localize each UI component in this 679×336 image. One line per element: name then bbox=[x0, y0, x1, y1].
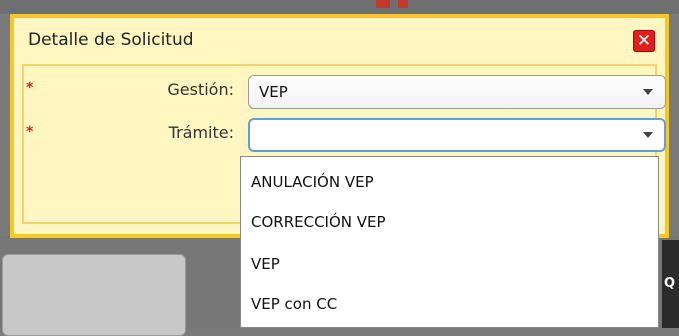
dialog-titlebar: Detalle de Solicitud ✕ bbox=[14, 18, 665, 64]
background-text: Q bbox=[664, 276, 676, 291]
background-top-strip bbox=[0, 0, 679, 14]
gestion-select-value: VEP bbox=[259, 83, 288, 101]
background-panel bbox=[2, 254, 186, 336]
required-marker: * bbox=[26, 80, 34, 96]
dropdown-option-correccion-vep[interactable]: CORRECCIÓN VEP bbox=[251, 213, 386, 231]
close-icon: ✕ bbox=[636, 31, 652, 51]
gestion-label: Gestión: bbox=[167, 80, 234, 99]
dropdown-option-vep[interactable]: VEP bbox=[251, 255, 280, 273]
dropdown-option-vep-con-cc[interactable]: VEP con CC bbox=[251, 295, 337, 313]
dialog-title: Detalle de Solicitud bbox=[28, 30, 194, 50]
chevron-down-icon[interactable] bbox=[643, 132, 653, 138]
gestion-select[interactable]: VEP bbox=[248, 75, 666, 109]
background-red-icon bbox=[376, 0, 390, 8]
dropdown-option-anulacion-vep[interactable]: ANULACIÓN VEP bbox=[251, 173, 374, 191]
close-button[interactable]: ✕ bbox=[633, 30, 655, 52]
required-marker: * bbox=[26, 124, 34, 140]
tramite-select[interactable] bbox=[248, 118, 666, 152]
chevron-down-icon[interactable] bbox=[643, 89, 653, 95]
tramite-label: Trámite: bbox=[168, 123, 234, 142]
tramite-dropdown-list: ANULACIÓN VEP CORRECCIÓN VEP VEP VEP con… bbox=[240, 156, 659, 328]
background-red-icon bbox=[398, 0, 408, 8]
